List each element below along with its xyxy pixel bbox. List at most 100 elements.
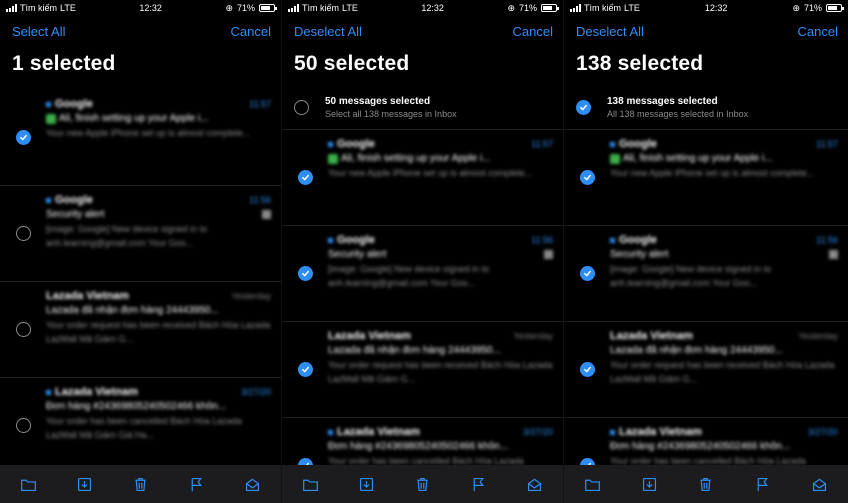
sender-name: Lazada Vietnam bbox=[337, 426, 420, 438]
subject-text: Security alert bbox=[46, 209, 105, 220]
message-row[interactable]: Lazada Vietnam Yesterday Lazada đã nhận đơ… bbox=[282, 322, 563, 418]
select-all-row[interactable]: 50 messages selected Select all 138 messa… bbox=[282, 86, 563, 130]
select-all-hint[interactable]: All 138 messages selected in Inbox bbox=[607, 109, 748, 119]
message-subject: Ali, finish setting up your Apple i... bbox=[46, 113, 271, 124]
select-all-hint[interactable]: Select all 138 messages in Inbox bbox=[325, 109, 457, 119]
message-subject: Security alert bbox=[46, 209, 271, 220]
message-select[interactable] bbox=[580, 234, 610, 313]
status-right: ⊕ 71% bbox=[507, 3, 559, 14]
message-checkbox[interactable] bbox=[580, 170, 595, 185]
message-header: Google 11:57 bbox=[46, 98, 271, 110]
nav-bar: Deselect All Cancel bbox=[282, 16, 563, 46]
message-select[interactable] bbox=[16, 386, 46, 465]
carrier-label: Tìm kiếm bbox=[584, 3, 621, 13]
deselect-all-button[interactable]: Deselect All bbox=[576, 24, 644, 39]
message-subject: Lazada đã nhận đơn hàng 24443950... bbox=[46, 305, 271, 316]
message-sender: Google bbox=[610, 138, 657, 150]
select-all-button[interactable]: Select All bbox=[12, 24, 65, 39]
select-all-checkbox[interactable] bbox=[294, 100, 309, 115]
message-sender: Lazada Vietnam bbox=[46, 290, 129, 302]
status-time: 12:32 bbox=[704, 3, 728, 13]
folder-icon[interactable] bbox=[582, 474, 602, 494]
mark-read-icon[interactable] bbox=[243, 474, 263, 494]
message-preview: Your new Apple iPhone set up is almost c… bbox=[46, 128, 251, 138]
selected-count-label: 138 messages selected bbox=[607, 96, 718, 107]
cancel-button[interactable]: Cancel bbox=[513, 24, 553, 39]
message-checkbox[interactable] bbox=[16, 322, 31, 337]
flag-icon[interactable] bbox=[187, 474, 207, 494]
message-time: 11:56 bbox=[249, 195, 271, 205]
mark-read-icon[interactable] bbox=[810, 474, 830, 494]
message-checkbox[interactable] bbox=[298, 266, 313, 281]
message-content: Google 11:57 Ali, finish setting up your A… bbox=[610, 138, 838, 217]
message-time: 11:57 bbox=[531, 139, 553, 149]
message-row[interactable]: Google 11:57 Ali, finish setting up your A… bbox=[0, 90, 281, 186]
message-select[interactable] bbox=[16, 290, 46, 369]
message-time: 3/27/20 bbox=[240, 387, 271, 397]
message-content: Lazada Vietnam Yesterday Lazada đã nhận đơ… bbox=[328, 330, 553, 409]
select-all-checkbox[interactable] bbox=[576, 100, 591, 115]
message-time: Yesterday bbox=[513, 331, 553, 341]
page-title: 1 selected bbox=[12, 52, 116, 75]
message-row[interactable]: Google 11:56 Security alert [image: Google]… bbox=[0, 186, 281, 282]
archive-icon[interactable] bbox=[639, 474, 659, 494]
folder-icon[interactable] bbox=[18, 474, 38, 494]
trash-icon[interactable] bbox=[412, 474, 432, 494]
message-row[interactable]: Google 11:57 Ali, finish setting up your A… bbox=[282, 130, 563, 226]
sender-name: Google bbox=[619, 234, 657, 246]
message-checkbox[interactable] bbox=[16, 418, 31, 433]
battery-icon bbox=[259, 4, 277, 12]
message-select[interactable] bbox=[580, 330, 610, 409]
nav-bar: Select All Cancel bbox=[0, 16, 281, 46]
message-select[interactable] bbox=[16, 194, 46, 273]
sender-name: Lazada Vietnam bbox=[619, 426, 702, 438]
sender-name: Lazada Vietnam bbox=[328, 330, 411, 342]
message-header: Lazada Vietnam 3/27/20 bbox=[328, 426, 553, 438]
unread-indicator bbox=[328, 141, 333, 147]
message-select[interactable] bbox=[298, 234, 328, 313]
message-row[interactable]: Lazada Vietnam 3/27/20 Đơn hàng #243698052… bbox=[0, 378, 281, 474]
network-label: LTE bbox=[624, 3, 640, 13]
message-row[interactable]: Google 11:56 Security alert [image: Google]… bbox=[282, 226, 563, 322]
unread-indicator bbox=[610, 141, 615, 147]
message-subject: Đơn hàng #24369805240502466 khôn... bbox=[46, 401, 271, 412]
message-row[interactable]: Google 11:56 Security alert [image: Google]… bbox=[564, 226, 848, 322]
archive-icon[interactable] bbox=[74, 474, 94, 494]
subject-text: Lazada đã nhận đơn hàng 24443950... bbox=[610, 345, 783, 356]
message-select[interactable] bbox=[298, 138, 328, 217]
message-header: Lazada Vietnam 3/27/20 bbox=[610, 426, 838, 438]
network-label: LTE bbox=[342, 3, 358, 13]
status-bar: Tìm kiếm LTE 12:32 ⊕ 71% bbox=[0, 0, 281, 16]
flag-icon[interactable] bbox=[469, 474, 489, 494]
message-row[interactable]: Lazada Vietnam Yesterday Lazada đã nhận đơ… bbox=[0, 282, 281, 378]
message-checkbox[interactable] bbox=[298, 170, 313, 185]
message-checkbox[interactable] bbox=[16, 130, 31, 145]
message-select[interactable] bbox=[16, 98, 46, 177]
message-row[interactable]: Google 11:57 Ali, finish setting up your A… bbox=[564, 130, 848, 226]
message-row[interactable]: Lazada Vietnam Yesterday Lazada đã nhận đơ… bbox=[564, 322, 848, 418]
message-checkbox[interactable] bbox=[580, 362, 595, 377]
mark-read-icon[interactable] bbox=[525, 474, 545, 494]
folder-icon[interactable] bbox=[300, 474, 320, 494]
bottom-toolbar bbox=[282, 465, 563, 503]
signal-icon bbox=[288, 4, 299, 12]
cancel-button[interactable]: Cancel bbox=[798, 24, 838, 39]
trash-icon[interactable] bbox=[696, 474, 716, 494]
message-preview: Your order request has been received Bác… bbox=[328, 360, 553, 384]
archive-icon[interactable] bbox=[356, 474, 376, 494]
flag-icon[interactable] bbox=[753, 474, 773, 494]
sender-name: Google bbox=[55, 98, 93, 110]
nav-bar: Deselect All Cancel bbox=[564, 16, 848, 46]
trash-icon[interactable] bbox=[130, 474, 150, 494]
select-all-row[interactable]: 138 messages selected All 138 messages se… bbox=[564, 86, 848, 130]
message-checkbox[interactable] bbox=[16, 226, 31, 241]
message-checkbox[interactable] bbox=[580, 266, 595, 281]
unread-indicator bbox=[46, 389, 51, 395]
carrier-label: Tìm kiếm bbox=[302, 3, 339, 13]
cancel-button[interactable]: Cancel bbox=[231, 24, 271, 39]
message-select[interactable] bbox=[298, 330, 328, 409]
status-right: ⊕ 71% bbox=[792, 3, 844, 14]
deselect-all-button[interactable]: Deselect All bbox=[294, 24, 362, 39]
message-checkbox[interactable] bbox=[298, 362, 313, 377]
message-select[interactable] bbox=[580, 138, 610, 217]
